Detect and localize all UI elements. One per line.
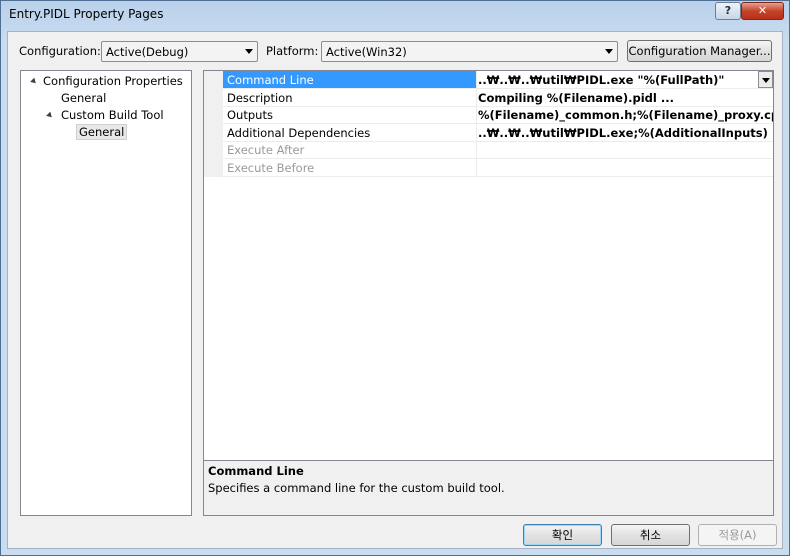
property-row-description[interactable]: Description Compiling %(Filename).pidl .… — [223, 89, 773, 107]
column-divider — [476, 141, 477, 159]
property-name: Additional Dependencies — [227, 126, 371, 140]
property-row-execute-before[interactable]: Execute Before — [223, 159, 773, 177]
chevron-down-icon — [605, 49, 613, 54]
property-name: Description — [227, 91, 293, 105]
dialog-client-area: Configuration: Active(Debug) Platform: A… — [7, 31, 783, 549]
property-row-additional-dependencies[interactable]: Additional Dependencies ..₩..₩..₩util₩PI… — [223, 124, 773, 142]
platform-label: Platform: — [266, 44, 319, 58]
property-tree[interactable]: Configuration Properties General Custom … — [20, 70, 192, 516]
property-name: Outputs — [227, 108, 273, 122]
tree-item-general[interactable]: General — [61, 91, 106, 105]
column-divider — [476, 124, 477, 142]
property-grid: Command Line ..₩..₩..₩util₩PIDL.exe "%(F… — [203, 70, 774, 461]
configuration-label: Configuration: — [19, 44, 101, 58]
ok-button[interactable]: 확인 — [523, 524, 602, 546]
chevron-down-icon — [245, 49, 253, 54]
configuration-dropdown[interactable]: Active(Debug) — [101, 41, 258, 62]
property-row-command-line[interactable]: Command Line ..₩..₩..₩util₩PIDL.exe "%(F… — [223, 71, 773, 89]
platform-value: Active(Win32) — [326, 45, 407, 59]
property-pages-window: Entry.PIDL Property Pages ? ✕ Configurat… — [0, 0, 790, 556]
cancel-button[interactable]: 취소 — [611, 524, 690, 546]
tree-item-custom-build-tool[interactable]: Custom Build Tool — [61, 108, 164, 122]
property-value[interactable]: Compiling %(Filename).pidl ... — [478, 91, 773, 105]
collapse-arrow-icon[interactable] — [30, 77, 38, 86]
close-button[interactable]: ✕ — [741, 2, 784, 20]
column-divider — [476, 89, 477, 107]
property-value[interactable]: ..₩..₩..₩util₩PIDL.exe "%(FullPath)" — [478, 73, 753, 87]
column-divider — [476, 71, 477, 89]
property-name: Execute After — [227, 143, 305, 157]
help-button[interactable]: ? — [715, 2, 741, 20]
configuration-value: Active(Debug) — [106, 45, 189, 59]
property-row-outputs[interactable]: Outputs %(Filename)_common.h;%(Filename)… — [223, 106, 773, 124]
tree-item-custom-build-tool-general[interactable]: General — [76, 124, 128, 140]
property-name: Execute Before — [227, 161, 315, 175]
configuration-manager-button[interactable]: Configuration Manager... — [627, 40, 772, 62]
apply-button[interactable]: 적용(A) — [698, 524, 777, 546]
property-value[interactable]: ..₩..₩..₩util₩PIDL.exe;%(AdditionalInput… — [478, 126, 773, 140]
tree-item-configuration-properties[interactable]: Configuration Properties — [43, 74, 183, 88]
property-row-execute-after[interactable]: Execute After — [223, 141, 773, 159]
property-value[interactable]: %(Filename)_common.h;%(Filename)_proxy.c… — [478, 108, 773, 122]
collapse-arrow-icon[interactable] — [46, 111, 54, 120]
grid-gutter — [204, 71, 223, 177]
description-text: Specifies a command line for the custom … — [208, 481, 505, 495]
description-panel: Command Line Specifies a command line fo… — [203, 460, 774, 516]
description-title: Command Line — [208, 464, 304, 478]
column-divider — [476, 159, 477, 177]
value-dropdown-button[interactable] — [758, 71, 773, 88]
chevron-down-icon — [762, 78, 770, 83]
platform-dropdown[interactable]: Active(Win32) — [321, 41, 618, 62]
property-name: Command Line — [227, 73, 314, 87]
column-divider — [476, 106, 477, 124]
title-bar[interactable]: Entry.PIDL Property Pages ? ✕ — [1, 1, 789, 29]
window-title: Entry.PIDL Property Pages — [9, 7, 164, 21]
